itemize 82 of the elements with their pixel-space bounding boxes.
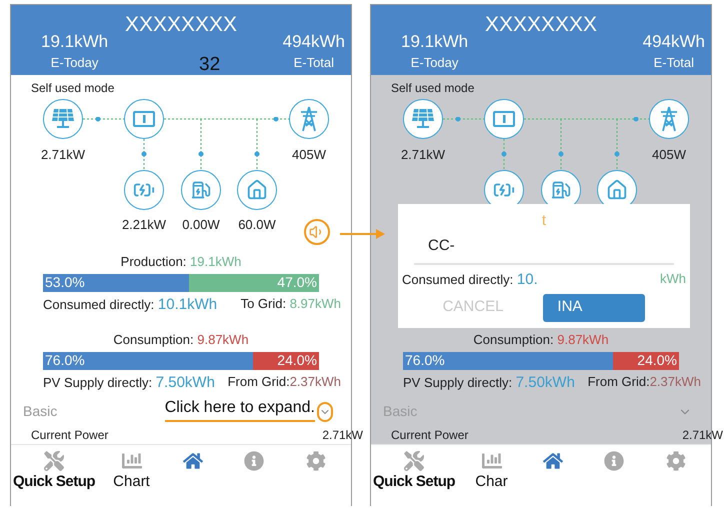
solar-node[interactable] <box>43 99 83 139</box>
today-value: 19.1kWh <box>401 31 468 53</box>
solar-panel-icon <box>51 108 75 130</box>
stat-right: To Grid: 8.97kWh <box>240 294 341 312</box>
covered-text: kWh <box>660 270 686 288</box>
bar-segment: 76.0% <box>43 352 253 370</box>
power-value: 2.71kW <box>400 146 446 164</box>
house-icon <box>246 179 268 201</box>
total-label: E-Total <box>294 54 334 72</box>
stat-title: Consumption: 9.87kWh <box>112 331 250 349</box>
nav-tab[interactable]: Quick Setup <box>373 451 456 494</box>
inverter-icon <box>493 111 515 127</box>
charger-icon <box>191 180 211 200</box>
inverter-node[interactable] <box>484 99 524 139</box>
solar-panel-icon <box>411 108 435 130</box>
battery-node[interactable] <box>124 170 164 210</box>
nav-tab[interactable]: Char <box>466 451 517 494</box>
nav-icon <box>44 451 64 471</box>
bar-segment: 24.0% <box>612 352 679 370</box>
device-title: XXXXXXXX <box>484 12 598 38</box>
power-tower-icon <box>299 106 319 132</box>
section-title: Basic <box>23 402 58 421</box>
stat-right: From Grid:2.37kWh <box>588 372 701 390</box>
grid-node[interactable] <box>289 99 329 139</box>
bar-segment: 53.0% <box>43 274 190 292</box>
stat-left: PV Supply directly: 7.50kWh <box>43 372 215 392</box>
nav-icon <box>183 451 203 471</box>
expand-button[interactable] <box>317 402 333 422</box>
solar-node[interactable] <box>403 99 443 139</box>
nav-tab[interactable]: Quick Setup <box>13 451 96 494</box>
today-value: 19.1kWh <box>41 31 108 53</box>
nav-icon <box>666 451 686 471</box>
pointer-arrow <box>340 228 386 240</box>
row-value: 2.71kW <box>682 427 723 444</box>
covered-text: Consumed directly: 10. <box>402 270 538 290</box>
stat-title: Consumption: 9.87kWh <box>472 331 610 349</box>
dialog-title: t <box>540 211 548 231</box>
speaker-button[interactable] <box>304 219 330 245</box>
total-label: E-Total <box>654 54 694 72</box>
power-value: 405W <box>651 146 687 164</box>
power-value: 2.71kW <box>40 146 86 164</box>
row-label: Current Power <box>391 427 468 444</box>
power-value: 405W <box>291 146 327 164</box>
total-value: 494kWh <box>642 31 705 53</box>
nav-icon <box>306 451 326 471</box>
nav-icon <box>604 451 624 471</box>
mode-label: Self used mode <box>391 80 476 97</box>
mode-label: Self used mode <box>31 80 116 97</box>
stat-title: Production: 19.1kWh <box>120 253 242 271</box>
bar-segment: 76.0% <box>403 352 613 370</box>
total-value: 494kWh <box>282 31 345 53</box>
stat-right: From Grid:2.37kWh <box>228 372 341 390</box>
today-label: E-Today <box>410 54 458 72</box>
device-title: XXXXXXXX <box>124 12 238 38</box>
expand-hint: Click here to expand. <box>164 396 315 422</box>
dialog-button[interactable]: INA <box>543 294 646 322</box>
page-number: 32 <box>199 53 220 77</box>
today-label: E-Today <box>50 54 98 72</box>
nav-icon <box>482 451 502 471</box>
power-value: 0.00W <box>181 216 221 234</box>
inverter-icon <box>133 111 155 127</box>
bar-segment: 47.0% <box>189 274 319 292</box>
nav-icon <box>244 451 264 471</box>
home-node[interactable] <box>237 170 277 210</box>
power-value: 2.21kW <box>120 216 168 234</box>
nav-icon <box>122 451 142 471</box>
power-value: 60.0W <box>237 216 277 234</box>
inverter-node[interactable] <box>124 99 164 139</box>
stat-left: PV Supply directly: 7.50kWh <box>403 372 575 392</box>
bar-segment: 24.0% <box>252 352 319 370</box>
charger-icon <box>551 180 571 200</box>
charger-node[interactable] <box>181 170 221 210</box>
row-label: Current Power <box>31 427 108 444</box>
power-tower-icon <box>659 106 679 132</box>
nav-tab[interactable]: Chart <box>106 451 157 494</box>
nav-icon <box>543 451 563 471</box>
nav-icon <box>404 451 424 471</box>
grid-node[interactable] <box>649 99 689 139</box>
house-icon <box>606 179 628 201</box>
input-field[interactable]: CC- <box>414 234 674 265</box>
stat-left: Consumed directly: 10.1kWh <box>43 294 218 314</box>
row-value: 2.71kW <box>322 427 363 444</box>
